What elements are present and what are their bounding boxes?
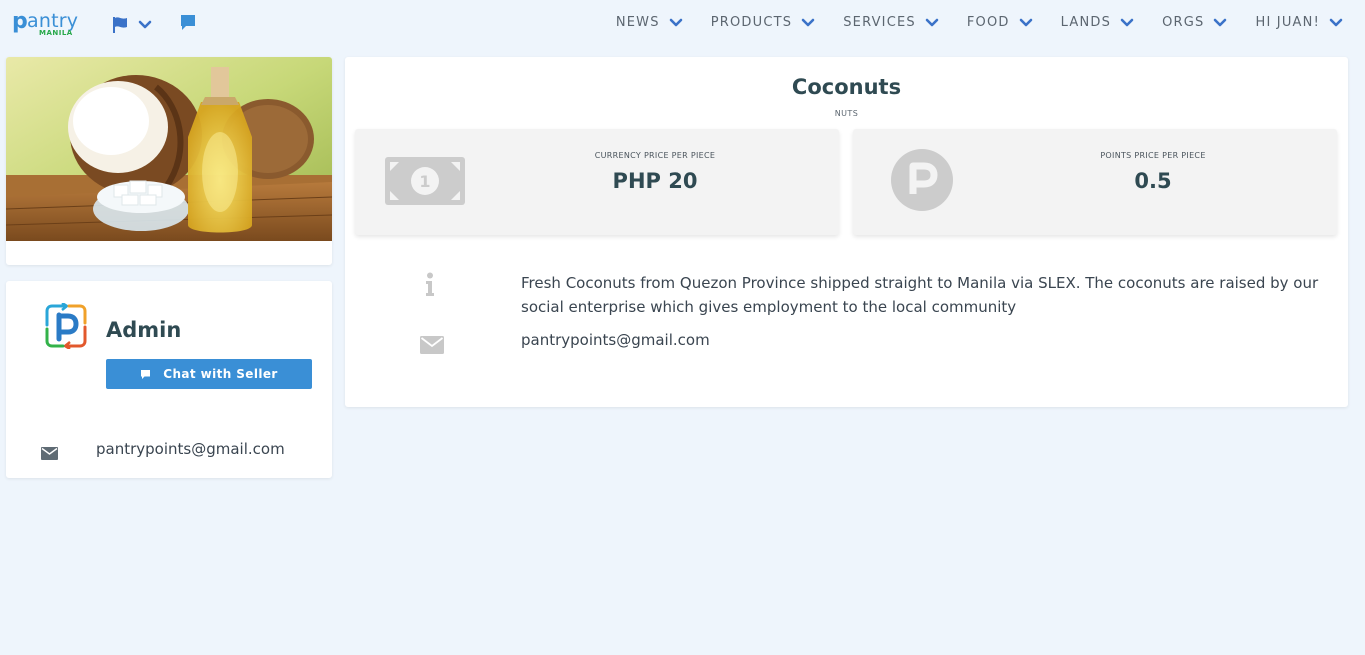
currency-price-value: PHP 20 [612,169,698,193]
seller-name: Admin [106,318,182,342]
money-bill-icon: 1 [385,157,465,209]
envelope-icon [41,445,58,464]
chevron-down-icon [1019,18,1032,26]
points-price-box: POINTS PRICE PER PIECE 0.5 [853,129,1337,235]
chat-icon [181,15,195,30]
top-navbar: p antry MANILA NEWS PRODUCTS SERVICES FO… [0,0,1365,50]
svg-text:1: 1 [419,172,430,191]
product-image [6,57,332,241]
nav-label: ORGS [1162,15,1205,30]
seller-card: Admin Chat with Seller pantrypoints@gmai… [6,281,332,478]
nav-products[interactable]: PRODUCTS [711,15,816,30]
main-nav: NEWS PRODUCTS SERVICES FOOD LANDS ORGS H… [588,15,1343,30]
nav-food[interactable]: FOOD [967,15,1033,30]
product-detail-card: Coconuts NUTS 1 CURRENCY PRICE PER PIECE… [345,57,1348,407]
chevron-down-icon [1120,18,1134,26]
product-title: Coconuts [791,75,902,99]
seller-email[interactable]: pantrypoints@gmail.com [96,440,285,458]
envelope-icon [420,336,444,358]
chevron-down-icon [801,18,815,26]
product-description: Fresh Coconuts from Quezon Province ship… [521,274,1319,316]
nav-label: PRODUCTS [710,15,793,30]
points-p-icon [891,149,953,215]
chevron-down-icon [669,18,683,26]
info-icon [425,272,435,300]
product-image-card [6,57,332,265]
points-price-value: 0.5 [1134,169,1172,193]
nav-lands[interactable]: LANDS [1061,15,1134,30]
chevron-down-icon [1329,18,1343,26]
nav-label: HI JUAN! [1255,15,1320,30]
currency-price-box: 1 CURRENCY PRICE PER PIECE PHP 20 [355,129,839,235]
nav-label: LANDS [1060,15,1112,30]
nav-user-menu[interactable]: HI JUAN! [1255,15,1343,30]
nav-label: FOOD [966,15,1010,30]
points-price-label: POINTS PRICE PER PIECE [1100,151,1206,160]
nav-label: SERVICES [843,15,916,30]
flag-icon [113,17,127,33]
chat-icon [141,369,151,379]
chat-icon-button[interactable] [179,14,197,36]
logo-letter: p [12,9,28,34]
product-contact-email[interactable]: pantrypoints@gmail.com [521,331,710,349]
nav-orgs[interactable]: ORGS [1162,15,1227,30]
chevron-down-icon [925,18,939,26]
logo-subtitle: MANILA [39,29,73,37]
chat-button-label: Chat with Seller [163,367,278,381]
nav-label: NEWS [615,15,660,30]
coconut-photo [6,57,332,241]
currency-price-label: CURRENCY PRICE PER PIECE [594,151,716,160]
nav-services[interactable]: SERVICES [843,15,939,30]
chevron-down-icon [1214,18,1227,26]
language-dropdown[interactable] [112,16,154,36]
pantry-manila-logo[interactable]: p antry MANILA [12,9,88,37]
product-category: NUTS [834,109,859,118]
pantry-p-logo-icon [43,301,89,351]
chevron-down-icon [138,20,152,29]
chat-with-seller-button[interactable]: Chat with Seller [106,359,312,389]
nav-news[interactable]: NEWS [616,15,683,30]
